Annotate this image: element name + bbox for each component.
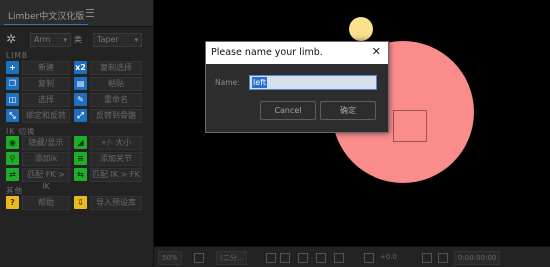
add-joint-button[interactable]: 添加关节 bbox=[90, 152, 142, 166]
color-manage-icon[interactable] bbox=[364, 253, 374, 263]
square-shape[interactable] bbox=[393, 110, 427, 142]
zoom-dropdown[interactable]: 50% bbox=[158, 251, 182, 265]
show-snapshot-icon[interactable] bbox=[438, 253, 448, 263]
size-icon[interactable]: ◢ bbox=[74, 136, 87, 149]
panel-titlebar: Limber中文汉化版 bbox=[0, 0, 153, 27]
match-ik-fk-icon[interactable]: ⇆ bbox=[74, 168, 87, 181]
name-limb-dialog: Please name your limb. ✕ Name: left Canc… bbox=[205, 41, 389, 133]
bind-reverse-button[interactable]: 绑定和反转 bbox=[22, 109, 70, 123]
paste-button[interactable]: 粘贴 bbox=[90, 77, 142, 91]
mask-icon[interactable] bbox=[298, 253, 308, 263]
hide-show-button[interactable]: 隐藏/显示 bbox=[22, 136, 70, 150]
safe-zones-icon[interactable] bbox=[194, 253, 204, 263]
timecode-field[interactable]: 0:00:00:00 bbox=[454, 251, 501, 265]
help-icon[interactable]: ? bbox=[6, 196, 19, 209]
add-ik-icon[interactable]: ⚲ bbox=[6, 152, 19, 165]
bind-reverse-icon[interactable]: ⤡ bbox=[6, 109, 19, 122]
duplicate-selected-button[interactable]: 复制选择 bbox=[90, 61, 142, 75]
select-icon[interactable]: ◫ bbox=[6, 93, 19, 106]
grid-icon[interactable] bbox=[316, 253, 326, 263]
import-preset-icon[interactable]: ⇩ bbox=[74, 196, 87, 209]
gear-icon[interactable]: ✲ bbox=[6, 33, 16, 45]
dialog-title: Please name your limb. bbox=[211, 47, 323, 58]
match-fk-ik-button[interactable]: 匹配 FK > IK bbox=[22, 168, 70, 191]
exposure-value[interactable]: +0.0 bbox=[380, 251, 397, 263]
reverse-to-bone-icon[interactable]: ⤢ bbox=[74, 109, 87, 122]
import-preset-button[interactable]: 导入预设库 bbox=[90, 196, 142, 210]
channel-icon[interactable] bbox=[334, 253, 344, 263]
viewer-statusbar: 50% (二分... +0.0 0:00:00:00 bbox=[154, 246, 550, 267]
add-ik-button[interactable]: 添加ik bbox=[22, 152, 70, 166]
new-limb-icon[interactable]: + bbox=[6, 61, 19, 74]
transparency-grid-icon[interactable] bbox=[280, 253, 290, 263]
size-button[interactable]: +/- 大小 bbox=[90, 136, 142, 150]
dialog-titlebar[interactable]: Please name your limb. ✕ bbox=[206, 42, 388, 64]
limb-type-dropdown[interactable]: Arm bbox=[30, 33, 71, 47]
add-joint-icon[interactable]: ≡ bbox=[74, 152, 87, 165]
section-limb-label: LIMB bbox=[6, 51, 29, 60]
region-icon[interactable] bbox=[266, 253, 276, 263]
close-icon[interactable]: ✕ bbox=[372, 45, 381, 58]
cancel-button[interactable]: Cancel bbox=[260, 101, 316, 120]
new-limb-button[interactable]: 新建 bbox=[22, 61, 70, 75]
snapshot-icon[interactable] bbox=[422, 253, 432, 263]
section-other-label: 其他 bbox=[6, 186, 23, 195]
match-fk-ik-icon[interactable]: ⇄ bbox=[6, 168, 19, 181]
reverse-to-bone-button[interactable]: 反转到骨骼 bbox=[90, 109, 142, 123]
small-circle-shape[interactable] bbox=[349, 17, 373, 41]
copy-button[interactable]: 复制 bbox=[22, 77, 70, 91]
dropdown-label: 类 bbox=[74, 35, 82, 44]
ok-button[interactable]: 确定 bbox=[320, 101, 376, 120]
name-input[interactable]: left bbox=[249, 75, 377, 90]
match-ik-fk-button[interactable]: 匹配 IK > FK bbox=[90, 168, 142, 182]
taper-dropdown[interactable]: Taper bbox=[93, 33, 142, 47]
name-label: Name: bbox=[215, 78, 240, 87]
copy-icon[interactable]: ❐ bbox=[6, 77, 19, 90]
name-input-value[interactable]: left bbox=[252, 77, 267, 88]
duplicate-selected-icon[interactable]: x2 bbox=[74, 61, 87, 74]
rename-button[interactable]: 重命名 bbox=[90, 93, 142, 107]
limber-panel: Limber中文汉化版 ✲ Arm 类 Taper LIMB + 新建 x2 复… bbox=[0, 0, 154, 266]
dialog-body: Name: left Cancel 确定 bbox=[206, 64, 388, 132]
panel-tab-title[interactable]: Limber中文汉化版 bbox=[4, 7, 89, 25]
eye-icon[interactable]: ◉ bbox=[6, 136, 19, 149]
rename-icon[interactable]: ✎ bbox=[74, 93, 87, 106]
panel-menu-icon[interactable] bbox=[86, 9, 94, 17]
help-button[interactable]: 帮助 bbox=[22, 196, 70, 210]
resolution-dropdown[interactable]: (二分... bbox=[216, 251, 248, 265]
paste-icon[interactable]: ▤ bbox=[74, 77, 87, 90]
select-button[interactable]: 选择 bbox=[22, 93, 70, 107]
